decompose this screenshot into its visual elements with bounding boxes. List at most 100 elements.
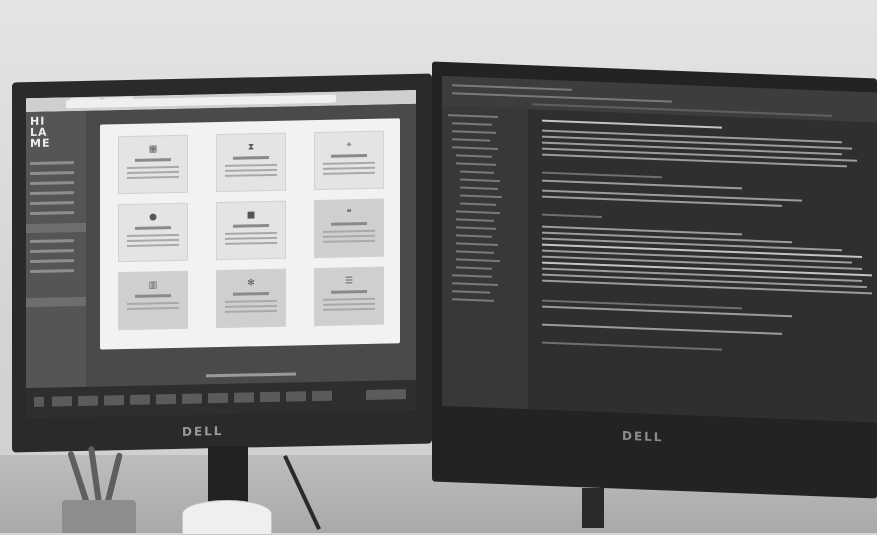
card-text [225,309,277,313]
module-card[interactable]: ▦ [118,134,188,195]
sidebar-item[interactable] [30,239,74,244]
tree-item[interactable] [452,282,498,286]
tree-item[interactable] [456,210,500,215]
code-line [542,153,847,168]
tree-item[interactable] [456,218,494,222]
tree-item[interactable] [452,274,492,278]
sidebar-item[interactable] [30,161,74,166]
card-text [323,239,375,243]
code-line [542,305,792,318]
tree-item[interactable] [452,122,492,126]
taskbar-item[interactable] [130,394,150,405]
tool-icons[interactable] [452,92,672,103]
card-text [225,304,277,308]
monitor-brand: DELL [182,423,224,439]
taskbar-item[interactable] [182,393,202,404]
card-text [225,299,277,303]
sidebar-item[interactable] [30,171,74,176]
drop-icon: ● [149,212,157,223]
right-screen [442,75,877,423]
card-text [127,243,179,247]
module-card[interactable]: ⌖ [314,130,384,191]
tree-item[interactable] [456,234,492,238]
app-logo: HI LA ME [30,115,51,151]
pen-holder [62,500,136,533]
tree-item[interactable] [460,170,494,174]
card-text [225,163,277,167]
code-line [542,323,782,335]
taskbar-item[interactable] [104,395,124,406]
taskbar-item[interactable] [286,391,306,402]
card-text [225,168,277,172]
code-line [542,179,742,190]
tree-item[interactable] [460,178,500,183]
code-line [542,213,602,218]
monitor-stand [582,488,604,528]
tree-item[interactable] [452,138,490,142]
tree-item[interactable] [456,226,496,230]
tree-item[interactable] [456,250,494,254]
taskbar-item[interactable] [260,391,280,403]
card-text [225,173,277,177]
card-text [225,231,277,235]
logo-line: ME [30,136,51,151]
taskbar-item[interactable] [312,390,332,402]
tree-item[interactable] [452,146,498,150]
quote-icon: ❝ [346,208,352,219]
card-title [331,221,367,226]
module-card[interactable]: ❝ [314,198,384,259]
tree-item[interactable] [452,290,490,294]
card-title [331,289,367,294]
card-text [323,297,375,301]
tree-item[interactable] [448,114,498,118]
tree-item[interactable] [456,258,500,263]
module-card[interactable]: ▥ [118,270,188,331]
sidebar-item[interactable] [30,181,74,186]
module-card[interactable]: ⧗ [216,132,286,193]
start-button[interactable] [34,396,44,407]
card-title [233,156,269,160]
sidebar-item[interactable] [30,191,74,196]
tree-item[interactable] [456,162,496,166]
sidebar-item-active[interactable] [26,222,86,234]
code-line [542,171,662,179]
sidebar-item[interactable] [30,201,74,206]
sidebar-item[interactable] [30,269,74,274]
sidebar-item-active[interactable] [26,296,86,308]
tree-item[interactable] [456,242,498,246]
card-title [233,224,269,228]
gear-icon: ✻ [247,278,255,289]
card-title [331,153,367,158]
sidebar-item[interactable] [30,259,74,264]
card-title [233,292,269,296]
card-text [225,236,277,240]
module-card[interactable]: ■ [216,200,286,261]
module-card[interactable]: ● [118,202,188,263]
system-tray[interactable] [366,389,406,400]
taskbar-item[interactable] [52,396,72,407]
card-text [127,238,179,242]
module-card[interactable]: ☰ [314,266,384,327]
tree-item[interactable] [460,186,498,190]
tree-item[interactable] [460,194,502,199]
taskbar-item[interactable] [208,392,228,404]
menu-bar[interactable] [452,84,572,91]
list-icon: ☰ [344,276,354,287]
tree-item[interactable] [456,266,492,270]
editor-tabs[interactable] [532,103,832,117]
tree-item[interactable] [456,154,492,158]
tree-item[interactable] [460,202,496,206]
sidebar-item[interactable] [30,249,74,254]
taskbar-item[interactable] [234,392,254,403]
tree-item[interactable] [452,298,494,302]
tree-item[interactable] [452,130,496,134]
taskbar-item[interactable] [78,395,98,407]
card-panel: ▦ ⧗ ⌖ ● ■ ❝ ▥ ✻ ☰ [100,118,400,350]
card-text [127,170,179,174]
sidebar-item[interactable] [30,211,74,216]
taskbar-item[interactable] [156,393,176,405]
card-text [127,165,179,169]
code-line [542,341,722,351]
card-text [323,234,375,238]
module-card[interactable]: ✻ [216,268,286,329]
